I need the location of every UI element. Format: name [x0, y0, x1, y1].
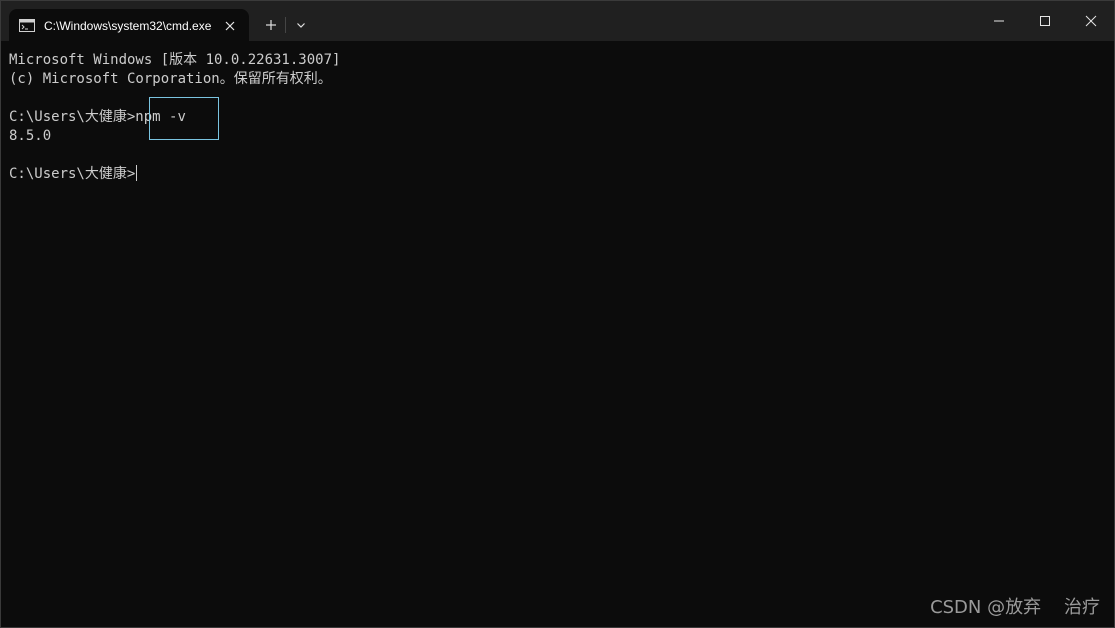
prompt: C:\Users\大健康>	[9, 166, 136, 182]
console-prompt-line[interactable]: C:\Users\大健康>	[9, 165, 138, 184]
close-icon	[1085, 15, 1097, 27]
console-line: 8.5.0	[9, 128, 52, 144]
close-icon	[225, 21, 235, 31]
terminal-icon	[19, 19, 35, 32]
close-tab-button[interactable]	[221, 17, 239, 35]
new-tab-button[interactable]	[261, 15, 281, 35]
watermark: CSDN @放弃 治疗	[930, 597, 1100, 618]
console-line: (c) Microsoft Corporation。保留所有权利。	[9, 71, 332, 87]
tab-cmd[interactable]: C:\Windows\system32\cmd.exe	[9, 9, 249, 41]
tab-title: C:\Windows\system32\cmd.exe	[44, 19, 212, 33]
console-line: Microsoft Windows [版本 10.0.22631.3007]	[9, 52, 341, 68]
maximize-icon	[1040, 16, 1050, 26]
minimize-button[interactable]	[976, 1, 1022, 41]
maximize-button[interactable]	[1022, 1, 1068, 41]
close-window-button[interactable]	[1068, 1, 1114, 41]
plus-icon	[266, 20, 276, 30]
title-bar[interactable]: C:\Windows\system32\cmd.exe	[1, 1, 1114, 41]
titlebar-divider	[285, 17, 286, 33]
profile-dropdown-button[interactable]	[291, 15, 311, 35]
minimize-icon	[994, 20, 1004, 22]
text-cursor	[136, 165, 138, 181]
highlight-box	[149, 97, 219, 140]
prompt: C:\Users\大健康>	[9, 109, 136, 125]
chevron-down-icon	[297, 23, 305, 28]
console-output[interactable]: Microsoft Windows [版本 10.0.22631.3007] (…	[1, 41, 1114, 627]
terminal-window: C:\Windows\system32\cmd.exe Microsoft Wi…	[0, 0, 1115, 628]
